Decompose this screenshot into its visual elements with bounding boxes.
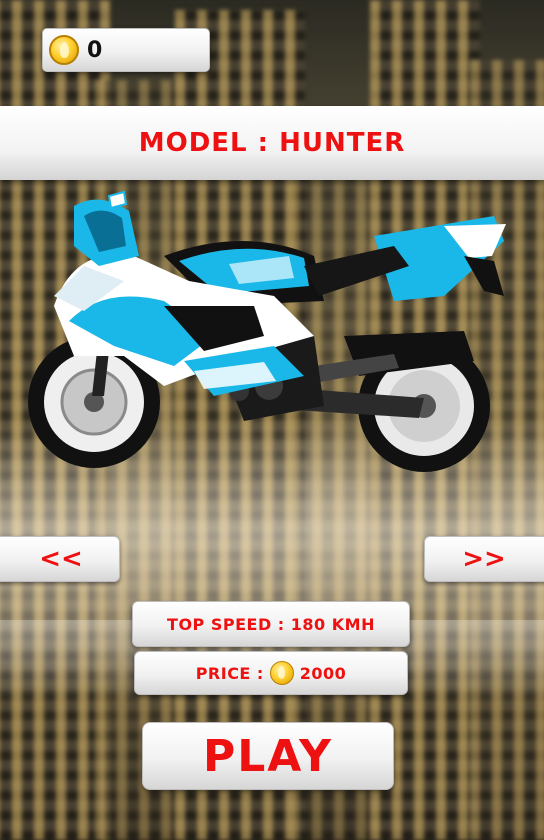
- play-button[interactable]: PLAY: [142, 722, 394, 790]
- top-speed-panel: TOP SPEED : 180 KMH: [132, 601, 410, 647]
- previous-label: <<: [39, 544, 83, 574]
- next-bike-button[interactable]: >>: [424, 536, 544, 582]
- model-title-banner: MODEL : HUNTER: [0, 106, 544, 180]
- coin-count: 0: [87, 37, 103, 63]
- next-label: >>: [462, 544, 506, 574]
- gold-coin-icon: [49, 35, 79, 65]
- price-label: PRICE: [195, 663, 251, 683]
- model-title: MODEL : HUNTER: [138, 128, 406, 158]
- price-panel: PRICE : 2000: [134, 651, 408, 695]
- previous-bike-button[interactable]: <<: [0, 536, 120, 582]
- price-separator: :: [256, 663, 264, 683]
- price-value: 2000: [299, 663, 347, 683]
- gold-coin-icon: [269, 661, 294, 685]
- play-label: PLAY: [203, 730, 333, 782]
- coin-counter: 0: [42, 28, 210, 72]
- top-speed-text: TOP SPEED : 180 KMH: [167, 614, 375, 634]
- motorcycle-image: [28, 190, 506, 472]
